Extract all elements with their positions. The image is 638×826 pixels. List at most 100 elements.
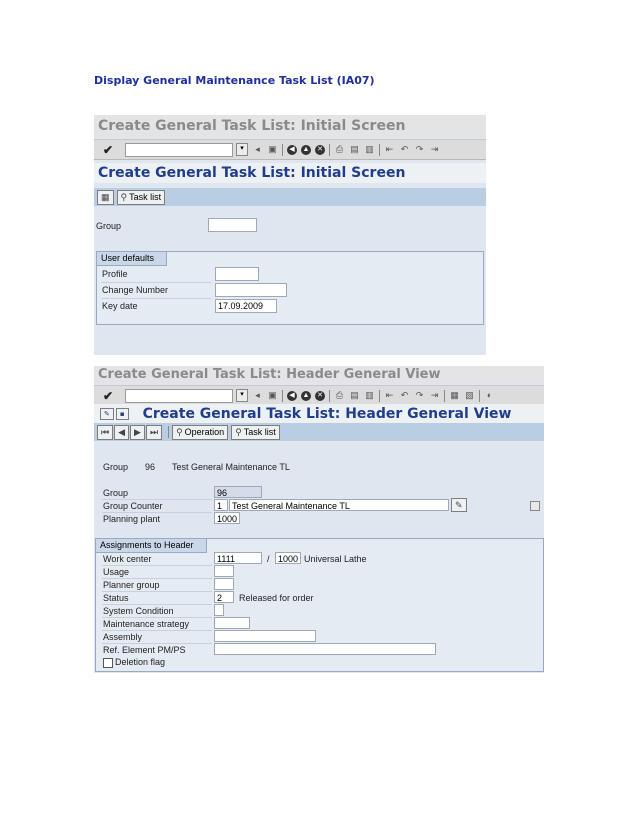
arrow-left-icon[interactable]: ◂ <box>252 390 263 401</box>
command-dropdown-button[interactable]: ▾ <box>236 389 248 402</box>
first-screen-button[interactable]: ⏮ <box>97 424 114 440</box>
next-page-icon[interactable]: ↷ <box>414 390 425 401</box>
check-icon[interactable]: ✔ <box>101 389 115 403</box>
document-title: Display General Maintenance Task List (I… <box>94 74 375 87</box>
check-icon[interactable]: ✔ <box>101 143 115 157</box>
system-condition-input[interactable] <box>214 604 224 616</box>
find-next-icon[interactable]: ▥ <box>364 144 375 155</box>
copy-button[interactable]: ▦ <box>97 189 114 205</box>
key-date-label: Key date <box>102 301 138 311</box>
new-session-icon[interactable]: ▦ <box>449 390 460 401</box>
next-page-icon: ▶ <box>134 426 141 437</box>
group-input[interactable] <box>208 218 257 232</box>
task-list-button[interactable]: ⚲ Task list <box>116 189 166 205</box>
exit-icon[interactable]: ▲ <box>301 390 311 401</box>
long-text-button[interactable]: ✎ <box>451 498 467 512</box>
toolbar-separator <box>282 143 283 156</box>
display-toggle-button[interactable]: ✎ <box>100 408 114 420</box>
toolbar-separator <box>168 426 170 438</box>
ref-element-label: Ref. Element PM/PS <box>103 645 186 655</box>
toolbar-separator <box>329 389 330 402</box>
group-field: 96 <box>214 486 262 498</box>
usage-input[interactable] <box>214 565 234 577</box>
change-number-label: Change Number <box>102 285 169 295</box>
application-toolbar: ▦ ⚲ Task list <box>94 188 486 206</box>
exit-icon[interactable]: ▲ <box>301 144 311 155</box>
work-center-plant-input[interactable]: 1000 <box>275 552 301 564</box>
prev-screen-button[interactable]: ◀ <box>114 424 130 440</box>
planner-group-input[interactable] <box>214 578 234 590</box>
user-defaults-tab: User defaults <box>97 252 168 266</box>
print-icon[interactable]: ⎙ <box>334 390 345 401</box>
last-page-icon: ⏭ <box>149 426 159 437</box>
ref-element-input[interactable] <box>214 643 436 655</box>
last-screen-button[interactable]: ⏭ <box>145 424 163 440</box>
toolbar-separator <box>282 389 283 402</box>
task-list-button[interactable]: ⚲ Task list <box>231 424 280 440</box>
save-icon[interactable]: ▣ <box>267 144 278 155</box>
first-page-icon[interactable]: ⇤ <box>384 144 395 155</box>
cancel-icon[interactable]: ✕ <box>315 390 325 401</box>
print-icon[interactable]: ⎙ <box>334 144 345 155</box>
assembly-label: Assembly <box>103 632 143 642</box>
next-screen-button[interactable]: ▶ <box>130 424 145 440</box>
toolbar-separator <box>329 143 330 156</box>
work-center-input[interactable]: 1111 <box>214 552 262 564</box>
row-divider <box>102 604 212 605</box>
arrow-left-icon[interactable]: ◂ <box>252 144 263 155</box>
cancel-icon[interactable]: ✕ <box>315 144 325 155</box>
last-page-icon[interactable]: ⇥ <box>429 390 440 401</box>
deletion-flag-checkbox[interactable] <box>103 658 113 668</box>
profile-input[interactable] <box>215 267 259 281</box>
status-label: Status <box>103 593 129 603</box>
change-number-input[interactable] <box>215 283 287 297</box>
work-center-label: Work center <box>103 554 152 564</box>
planning-plant-field[interactable]: 1000 <box>214 512 240 524</box>
operation-button[interactable]: ⚲ Operation <box>172 424 229 440</box>
header-description: Test General Maintenance TL <box>172 462 290 472</box>
command-field[interactable] <box>125 142 233 157</box>
planning-plant-label: Planning plant <box>103 514 161 524</box>
assembly-input[interactable] <box>214 630 316 642</box>
help-icon[interactable]: ◐ <box>484 390 495 401</box>
toolbar-separator <box>479 389 480 402</box>
command-dropdown-button[interactable]: ▾ <box>236 143 248 156</box>
save-icon[interactable]: ▣ <box>267 390 278 401</box>
last-page-icon[interactable]: ⇥ <box>429 144 440 155</box>
prev-page-icon[interactable]: ↶ <box>399 390 410 401</box>
prev-page-icon[interactable]: ↶ <box>399 144 410 155</box>
row-divider <box>102 499 212 500</box>
find-next-icon[interactable]: ▥ <box>364 390 375 401</box>
screen-title: ✎ ▪ Create General Task List: Header Gen… <box>94 404 544 424</box>
group-counter-text-field[interactable]: Test General Maintenance TL <box>229 499 449 511</box>
find-icon[interactable]: ▤ <box>349 144 360 155</box>
maintenance-strategy-input[interactable] <box>214 617 250 629</box>
row-divider <box>102 617 212 618</box>
task-list-button-label: Task list <box>129 191 162 202</box>
back-icon[interactable]: ◀ <box>287 390 297 401</box>
key-date-input[interactable]: 17.09.2009 <box>215 299 277 313</box>
first-page-icon: ⏮ <box>101 426 110 437</box>
other-list-button[interactable]: ▪ <box>115 408 129 420</box>
toolbar-separator <box>444 389 445 402</box>
assignments-to-header-box: Assignments to Header Work center 1111 /… <box>95 538 544 672</box>
shortcut-icon[interactable]: ▧ <box>464 390 475 401</box>
toolbar-separator <box>379 389 380 402</box>
group-counter-field[interactable]: 1 <box>214 499 228 511</box>
initial-screen-window: Create General Task List: Initial Screen… <box>94 115 486 355</box>
back-icon[interactable]: ◀ <box>287 144 297 155</box>
group-label: Group <box>103 488 129 498</box>
row-divider <box>102 578 212 579</box>
command-field[interactable] <box>125 388 233 403</box>
group-counter-label: Group Counter <box>103 501 163 511</box>
standard-toolbar: ✔ ▾ ◂ ▣ ◀ ▲ ✕ ⎙ ▤ ▥ ⇤ ↶ ↷ ⇥ ▦ ▧ ◐ <box>94 385 544 406</box>
group-label: Group <box>96 221 122 231</box>
copy-icon: ▦ <box>101 191 110 202</box>
next-page-icon[interactable]: ↷ <box>414 144 425 155</box>
window-title: Create General Task List: Initial Screen <box>94 115 486 137</box>
first-page-icon[interactable]: ⇤ <box>384 390 395 401</box>
find-icon[interactable]: ▤ <box>349 390 360 401</box>
task-list-icon: ⚲ <box>120 191 128 202</box>
status-input[interactable]: 2 <box>214 591 234 603</box>
long-text-checkbox[interactable] <box>530 501 540 511</box>
